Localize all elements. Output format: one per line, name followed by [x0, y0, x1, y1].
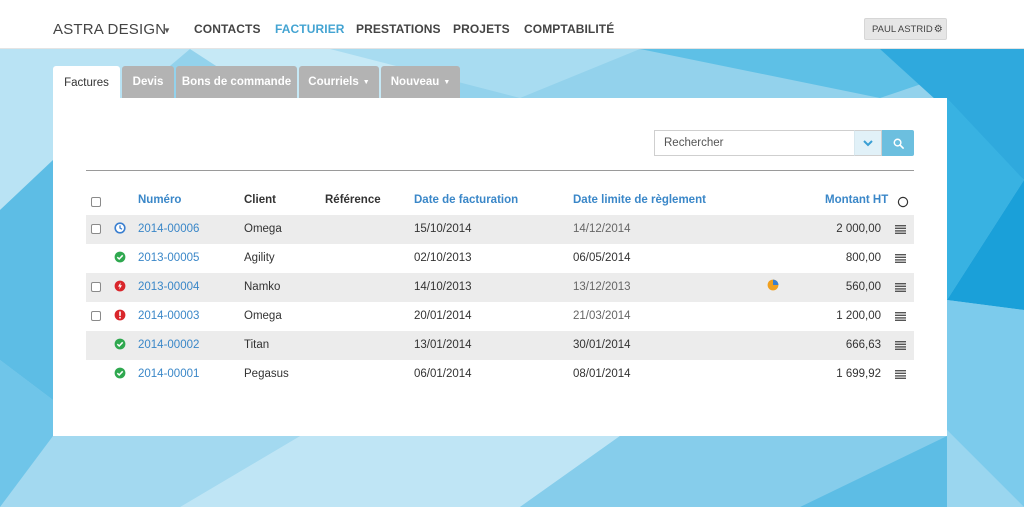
client-name: Namko	[244, 281, 281, 293]
column-header-date-facturation[interactable]: Date de facturation	[414, 194, 518, 206]
row-checkbox[interactable]	[91, 311, 101, 321]
row-checkbox[interactable]	[91, 224, 101, 234]
tab-courriels[interactable]: Courriels ▼	[299, 66, 379, 98]
invoice-date: 20/01/2014	[414, 310, 472, 322]
invoice-number-link[interactable]: 2013-00005	[138, 252, 199, 264]
client-name: Omega	[244, 310, 282, 322]
table-row[interactable]: 2014-00003 Omega 20/01/2014 21/03/2014 1…	[86, 302, 914, 331]
invoice-number-link[interactable]: 2014-00001	[138, 368, 199, 380]
user-menu-button[interactable]: PAUL ASTRID ⚙	[864, 18, 947, 40]
tab-factures[interactable]: Factures	[53, 66, 120, 99]
invoice-date: 14/10/2013	[414, 281, 472, 293]
tab-label: Devis	[132, 76, 164, 88]
due-date: 21/03/2014	[573, 310, 631, 322]
check-circle-icon	[114, 367, 126, 379]
amount: 560,00	[845, 281, 881, 293]
table-row[interactable]: 2014-00002 Titan 13/01/2014 30/01/2014 6…	[86, 331, 914, 360]
amount: 666,63	[845, 339, 881, 351]
nav-contacts[interactable]: CONTACTS	[194, 22, 261, 36]
brand-caret-icon[interactable]: ▼	[163, 26, 171, 35]
invoice-number-link[interactable]: 2014-00002	[138, 339, 199, 351]
tab-label: Courriels	[308, 76, 359, 88]
row-menu-icon[interactable]	[895, 283, 906, 292]
column-settings-circle-icon[interactable]	[897, 196, 909, 208]
tab-bons-de-commande[interactable]: Bons de commande	[176, 66, 297, 98]
nav-projets[interactable]: PROJETS	[453, 22, 510, 36]
check-circle-icon	[114, 338, 126, 350]
due-date: 13/12/2013	[573, 281, 631, 293]
invoice-date: 15/10/2014	[414, 223, 472, 235]
row-menu-icon[interactable]	[895, 370, 906, 379]
chevron-down-icon	[863, 139, 873, 146]
search-input[interactable]	[654, 130, 854, 156]
due-date: 08/01/2014	[573, 368, 631, 380]
amount: 2 000,00	[836, 223, 881, 235]
client-name: Titan	[244, 339, 270, 351]
exclamation-circle-icon	[114, 309, 126, 321]
invoice-date: 06/01/2014	[414, 368, 472, 380]
chevron-down-icon: ▼	[362, 78, 370, 86]
gear-icon: ⚙	[933, 23, 943, 35]
search-filter-dropdown[interactable]	[854, 130, 882, 156]
partial-payment-pie-icon	[767, 279, 779, 291]
due-date: 14/12/2014	[573, 223, 631, 235]
table-row[interactable]: 2014-00006 Omega 15/10/2014 14/12/2014 2…	[86, 215, 914, 244]
client-name: Pegasus	[244, 368, 289, 380]
tab-label: Bons de commande	[181, 76, 292, 88]
row-checkbox[interactable]	[91, 282, 101, 292]
tab-label: Nouveau	[390, 76, 440, 88]
search-button[interactable]	[882, 130, 914, 156]
search-icon	[893, 138, 904, 149]
column-header-client: Client	[244, 194, 276, 206]
amount: 1 699,92	[836, 368, 881, 380]
divider	[86, 170, 914, 171]
table-row[interactable]: 2014-00001 Pegasus 06/01/2014 08/01/2014…	[86, 360, 914, 389]
flame-alert-icon	[114, 280, 126, 292]
nav-facturier[interactable]: FACTURIER	[275, 22, 345, 36]
select-all-checkbox[interactable]	[91, 197, 101, 207]
invoice-number-link[interactable]: 2014-00006	[138, 223, 199, 235]
brand-name[interactable]: ASTRA DESIGN	[53, 21, 166, 38]
top-navbar: ASTRA DESIGN ▼ CONTACTS FACTURIER PRESTA…	[0, 0, 1024, 49]
tab-nouveau[interactable]: Nouveau ▼	[381, 66, 460, 98]
client-name: Omega	[244, 223, 282, 235]
nav-comptabilite[interactable]: COMPTABILITÉ	[524, 22, 614, 36]
invoice-number-link[interactable]: 2014-00003	[138, 310, 199, 322]
row-menu-icon[interactable]	[895, 312, 906, 321]
column-header-montant[interactable]: Montant HT	[825, 194, 888, 206]
amount: 800,00	[845, 252, 881, 264]
user-name: PAUL ASTRID	[872, 23, 933, 35]
clock-icon	[114, 222, 126, 234]
nav-prestations[interactable]: PRESTATIONS	[356, 22, 441, 36]
client-name: Agility	[244, 252, 275, 264]
row-menu-icon[interactable]	[895, 341, 906, 350]
row-menu-icon[interactable]	[895, 225, 906, 234]
invoices-panel: Numéro Client Référence Date de facturat…	[53, 98, 947, 436]
tab-label: Factures	[64, 76, 109, 89]
invoice-date: 02/10/2013	[414, 252, 472, 264]
check-circle-icon	[114, 251, 126, 263]
column-header-numero[interactable]: Numéro	[138, 194, 181, 206]
tab-devis[interactable]: Devis	[122, 66, 174, 98]
table-row[interactable]: 2013-00004 Namko 14/10/2013 13/12/2013 5…	[86, 273, 914, 302]
column-header-reference: Référence	[325, 194, 381, 206]
row-menu-icon[interactable]	[895, 254, 906, 263]
column-header-date-limite[interactable]: Date limite de règlement	[573, 194, 706, 206]
invoice-number-link[interactable]: 2013-00004	[138, 281, 199, 293]
amount: 1 200,00	[836, 310, 881, 322]
invoice-date: 13/01/2014	[414, 339, 472, 351]
due-date: 06/05/2014	[573, 252, 631, 264]
due-date: 30/01/2014	[573, 339, 631, 351]
table-row[interactable]: 2013-00005 Agility 02/10/2013 06/05/2014…	[86, 244, 914, 273]
chevron-down-icon: ▼	[443, 78, 451, 86]
